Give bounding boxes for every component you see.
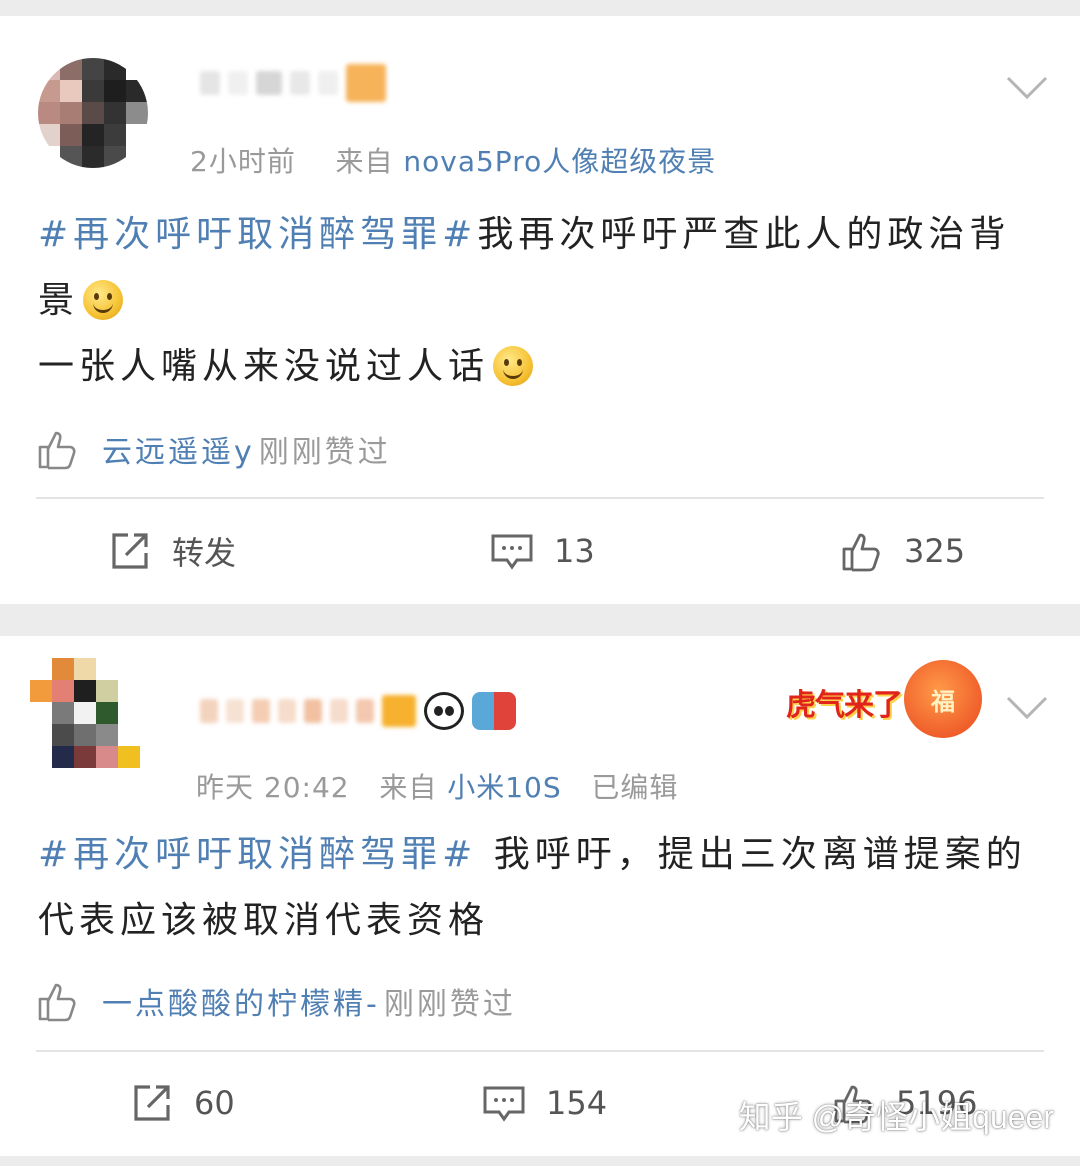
comment-count: 13 xyxy=(554,532,595,570)
thumbs-up-icon xyxy=(842,533,880,572)
badge-icon-text: 福 xyxy=(931,687,955,716)
post-from: 来自 xyxy=(335,145,394,178)
comment-count: 154 xyxy=(546,1084,608,1122)
liker-name[interactable]: 云远遥遥y xyxy=(102,427,255,471)
smile-emoji-icon xyxy=(493,346,534,386)
post-card: 虎气来了 福 昨天 20:42 来自 小米10S 已编辑 #再次呼吁取消醉驾罪#… xyxy=(0,636,1080,1156)
repost-label: 转发 xyxy=(172,534,237,572)
post-source[interactable]: 小米10S xyxy=(447,771,561,804)
post-body: #再次呼吁取消醉驾罪# 我呼吁，提出三次离谱提案的代表应该被取消代表资格 xyxy=(38,822,1038,954)
liker-name[interactable]: 一点酸酸的柠檬精- xyxy=(102,979,380,1023)
share-icon xyxy=(112,533,148,569)
vip-badge xyxy=(382,695,416,727)
post-body: #再次呼吁取消醉驾罪#我再次呼吁严查此人的政治背景 一张人嘴从来没说过人话 xyxy=(38,202,1038,400)
divider xyxy=(36,497,1044,499)
username-blurred[interactable] xyxy=(200,688,516,734)
post-time: 2小时前 xyxy=(190,145,296,178)
chevron-down-icon[interactable] xyxy=(1006,76,1048,100)
post-from: 来自 xyxy=(379,771,438,804)
username-blurred[interactable] xyxy=(200,60,386,106)
topic-link[interactable]: #再次呼吁取消醉驾罪# xyxy=(38,214,477,255)
zhihu-watermark: 知乎 @奇怪小姐queer xyxy=(738,1099,1054,1135)
liked-text: 刚刚赞过 xyxy=(258,435,391,470)
badge-text: 虎气来了 xyxy=(786,689,903,722)
mascot-badge xyxy=(472,692,516,730)
tiger-new-year-badge: 虎气来了 福 xyxy=(786,650,986,742)
thumbs-up-icon xyxy=(38,983,76,1022)
avatar[interactable] xyxy=(30,658,140,768)
liked-text: 刚刚赞过 xyxy=(383,987,516,1022)
post-card: 2小时前 来自 nova5Pro人像超级夜景 #再次呼吁取消醉驾罪#我再次呼吁严… xyxy=(0,16,1080,604)
edited-label: 已编辑 xyxy=(591,771,679,804)
share-icon xyxy=(134,1085,170,1121)
comment-icon xyxy=(483,1086,525,1122)
post-meta: 昨天 20:42 来自 小米10S 已编辑 xyxy=(196,766,678,806)
comment-button[interactable]: 13 xyxy=(490,526,595,576)
avatar[interactable] xyxy=(38,58,148,168)
repost-button[interactable]: 60 xyxy=(130,1078,235,1128)
divider xyxy=(36,1050,1044,1052)
post-meta: 2小时前 来自 nova5Pro人像超级夜景 xyxy=(190,140,716,180)
liked-by-row: 云远遥遥y 刚刚赞过 xyxy=(36,424,391,474)
paw-icon: 福 xyxy=(904,660,982,738)
liked-by-row: 一点酸酸的柠檬精- 刚刚赞过 xyxy=(36,976,516,1026)
repost-button[interactable]: 转发 xyxy=(108,526,236,576)
chevron-down-icon[interactable] xyxy=(1006,696,1048,720)
post-source[interactable]: nova5Pro人像超级夜景 xyxy=(403,145,716,178)
thumbs-up-icon xyxy=(38,431,76,470)
panda-emoji-icon xyxy=(424,692,464,730)
repost-count: 60 xyxy=(194,1084,235,1122)
like-button[interactable]: 325 xyxy=(840,526,965,576)
vip-badge xyxy=(346,64,386,102)
comment-button[interactable]: 154 xyxy=(482,1078,607,1128)
post-text-line2: 一张人嘴从来没说过人话 xyxy=(38,346,490,387)
post-time: 昨天 20:42 xyxy=(196,771,350,804)
smile-emoji-icon xyxy=(83,280,124,320)
topic-link[interactable]: #再次呼吁取消醉驾罪# xyxy=(38,834,477,875)
comment-icon xyxy=(491,534,533,570)
like-count: 325 xyxy=(904,532,966,570)
